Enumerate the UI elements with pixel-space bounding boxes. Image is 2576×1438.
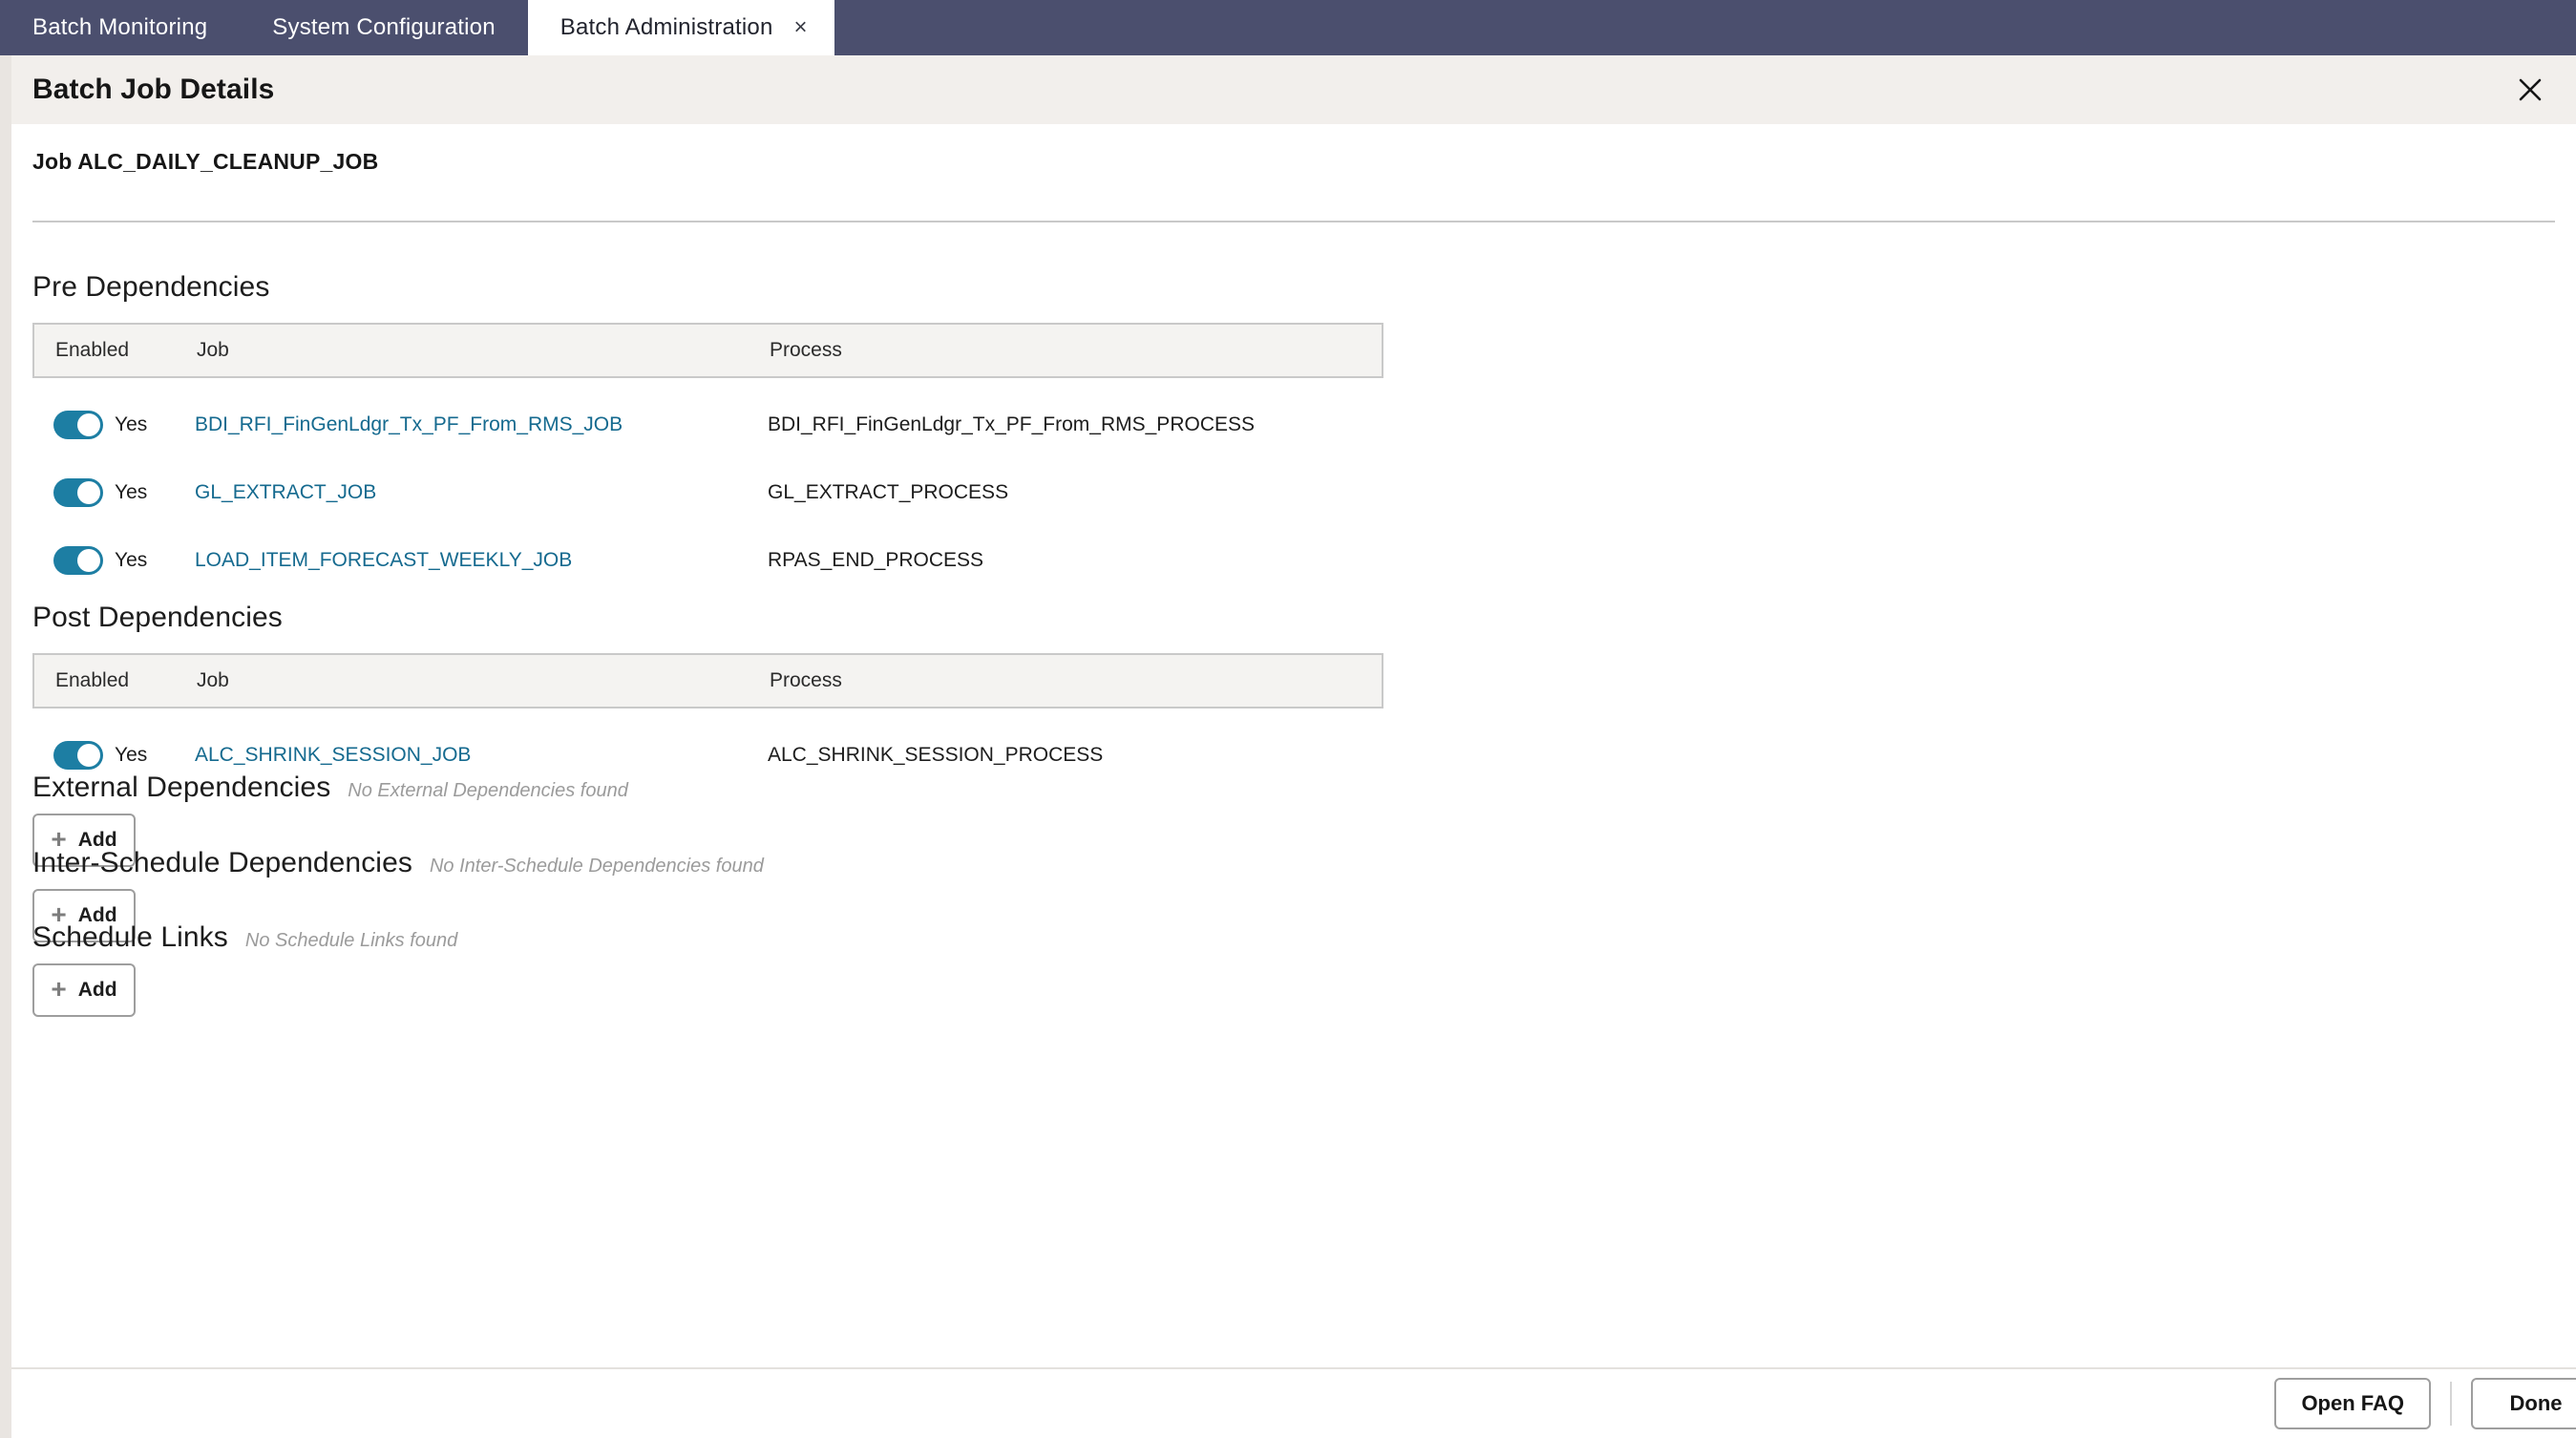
plus-icon: + <box>51 974 67 1004</box>
empty-message: No Schedule Links found <box>244 930 458 951</box>
section-header-inter-schedule-dependencies: Inter-Schedule Dependencies No Inter-Sch… <box>32 847 764 879</box>
section-title: Post Dependencies <box>32 602 283 633</box>
cell-process: GL_EXTRACT_PROCESS <box>768 480 1009 503</box>
table-row: Yes LOAD_ITEM_FORECAST_WEEKLY_JOB RPAS_E… <box>32 526 1383 594</box>
enabled-toggle[interactable] <box>53 477 103 507</box>
divider <box>32 221 2555 222</box>
footer-separator <box>2450 1382 2452 1426</box>
cell-job: BDI_RFI_FinGenLdgr_Tx_PF_From_RMS_JOB <box>195 413 768 436</box>
open-faq-label: Open FAQ <box>2301 1391 2404 1415</box>
section-header-pre-dependencies: Pre Dependencies <box>32 271 269 304</box>
cell-process: RPAS_END_PROCESS <box>768 548 984 571</box>
enabled-toggle[interactable] <box>53 545 103 575</box>
close-icon[interactable] <box>2511 71 2549 109</box>
job-name-label: Job ALC_DAILY_CLEANUP_JOB <box>32 149 379 174</box>
section-title: External Dependencies <box>32 772 331 803</box>
post-dependencies-table: Enabled Job Process Yes ALC_SHRINK_SESSI… <box>32 653 1383 789</box>
tab-label: Batch Administration <box>560 14 773 40</box>
dialog-footer: Open FAQ Done <box>11 1367 2576 1438</box>
section-title: Pre Dependencies <box>32 271 270 303</box>
toggle-knob <box>77 480 100 504</box>
cell-process: BDI_RFI_FinGenLdgr_Tx_PF_From_RMS_PROCES… <box>768 412 1255 435</box>
page-title: Batch Job Details <box>32 74 275 105</box>
cell-enabled: Yes <box>32 545 195 575</box>
column-header-job: Job <box>197 669 229 691</box>
cell-job: ALC_SHRINK_SESSION_JOB <box>195 744 768 767</box>
cell-enabled: Yes <box>32 477 195 507</box>
cell-enabled: Yes <box>32 410 195 439</box>
dialog-header: Batch Job Details <box>11 55 2576 124</box>
cell-process: ALC_SHRINK_SESSION_PROCESS <box>768 743 1104 766</box>
enabled-toggle[interactable] <box>53 410 103 439</box>
dialog-body: Job ALC_DAILY_CLEANUP_JOB Pre Dependenci… <box>11 124 2576 1367</box>
toggle-label: Yes <box>115 548 148 571</box>
open-faq-button[interactable]: Open FAQ <box>2274 1378 2431 1429</box>
job-link[interactable]: BDI_RFI_FinGenLdgr_Tx_PF_From_RMS_JOB <box>195 413 623 435</box>
job-link[interactable]: GL_EXTRACT_JOB <box>195 481 376 503</box>
table-header-row: Enabled Job Process <box>32 653 1383 708</box>
section-title: Schedule Links <box>32 921 228 953</box>
column-header-process: Process <box>770 669 842 691</box>
column-header-enabled: Enabled <box>55 339 130 361</box>
section-title: Inter-Schedule Dependencies <box>32 847 412 878</box>
cell-job: GL_EXTRACT_JOB <box>195 481 768 504</box>
tab-label: System Configuration <box>272 14 496 40</box>
enabled-toggle[interactable] <box>53 740 103 770</box>
section-header-post-dependencies: Post Dependencies <box>32 602 283 634</box>
cell-job: LOAD_ITEM_FORECAST_WEEKLY_JOB <box>195 549 768 572</box>
toggle-knob <box>77 548 100 572</box>
left-gutter-strip <box>0 55 11 1438</box>
table-header-row: Enabled Job Process <box>32 323 1383 378</box>
table-row: Yes GL_EXTRACT_JOB GL_EXTRACT_PROCESS <box>32 458 1383 526</box>
tab-label: Batch Monitoring <box>32 14 208 40</box>
add-button-label: Add <box>77 979 117 1001</box>
toggle-label: Yes <box>115 412 148 435</box>
empty-message: No Inter-Schedule Dependencies found <box>429 856 764 877</box>
toggle-label: Yes <box>115 743 148 766</box>
tab-batch-monitoring[interactable]: Batch Monitoring <box>0 0 240 55</box>
toggle-label: Yes <box>115 480 148 503</box>
tab-system-configuration[interactable]: System Configuration <box>240 0 527 55</box>
tab-bar: Batch Monitoring System Configuration Ba… <box>0 0 2576 55</box>
done-label: Done <box>2509 1391 2563 1415</box>
job-link[interactable]: LOAD_ITEM_FORECAST_WEEKLY_JOB <box>195 549 572 571</box>
section-header-schedule-links: Schedule Links No Schedule Links found <box>32 921 457 954</box>
column-header-job: Job <box>197 339 229 361</box>
column-header-enabled: Enabled <box>55 669 130 691</box>
tab-close-icon[interactable]: × <box>794 16 808 39</box>
section-header-external-dependencies: External Dependencies No External Depend… <box>32 772 628 804</box>
add-schedule-link-button[interactable]: + Add <box>32 963 136 1017</box>
cell-enabled: Yes <box>32 740 195 770</box>
column-header-process: Process <box>770 339 842 361</box>
toggle-knob <box>77 412 100 436</box>
pre-dependencies-table: Enabled Job Process Yes BDI_RFI_FinGenLd… <box>32 323 1383 594</box>
empty-message: No External Dependencies found <box>348 780 628 801</box>
tab-batch-administration[interactable]: Batch Administration × <box>527 0 834 55</box>
job-link[interactable]: ALC_SHRINK_SESSION_JOB <box>195 744 471 766</box>
toggle-knob <box>77 743 100 767</box>
done-button[interactable]: Done <box>2471 1378 2576 1429</box>
table-row: Yes BDI_RFI_FinGenLdgr_Tx_PF_From_RMS_JO… <box>32 391 1383 458</box>
